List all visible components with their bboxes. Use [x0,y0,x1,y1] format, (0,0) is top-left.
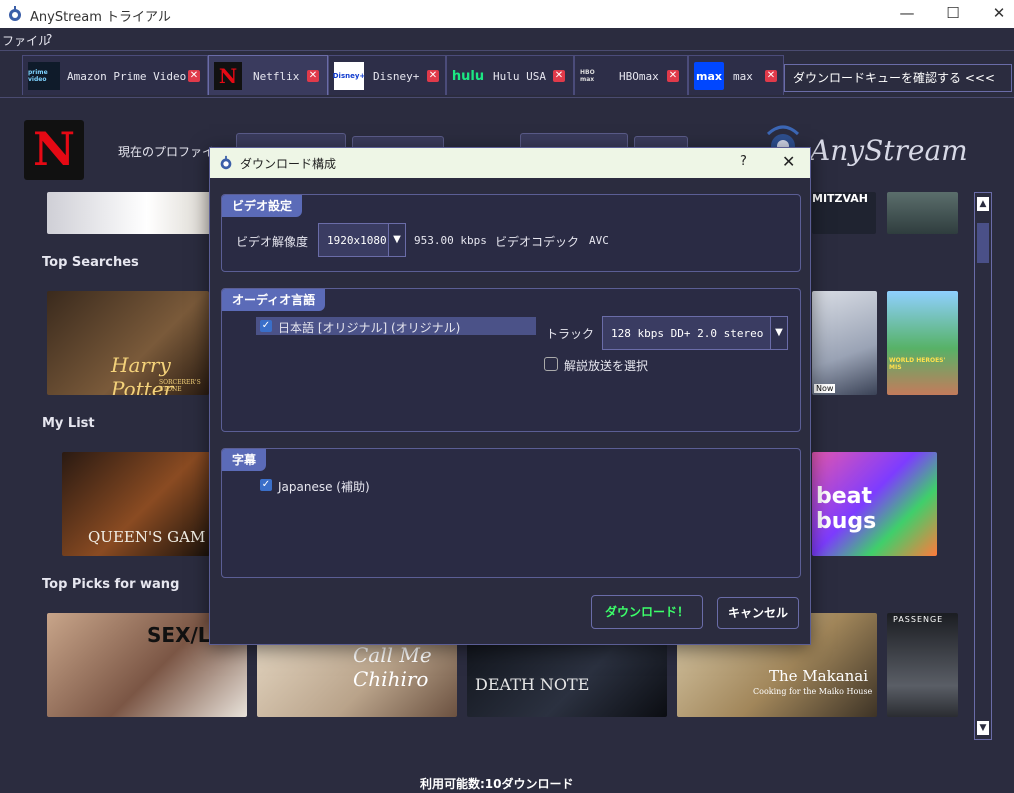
codec-label: ビデオコデック [495,235,580,249]
menu-file[interactable]: ファイル [2,32,50,49]
chevron-down-icon: ▼ [770,317,787,349]
resolution-select[interactable]: 1920x1080 ▼ [318,223,406,257]
hulu-logo-icon: hulu [451,68,485,84]
codec-value: AVC [589,234,609,247]
tab-label: Disney+ [373,70,420,83]
tab-disney-plus[interactable]: Disney+ Disney+ ✕ [328,55,446,95]
netflix-logo: N [24,120,84,180]
tab-close-icon[interactable]: ✕ [765,70,777,82]
tab-close-icon[interactable]: ✕ [188,70,200,82]
thumb-title: The Makanai [769,667,869,685]
tab-amazon-prime-video[interactable]: prime video Amazon Prime Video ✕ [22,55,208,95]
tab-hulu-usa[interactable]: hulu Hulu USA ✕ [446,55,574,95]
thumb-subtitle: SORCERER'S STONE [159,379,201,393]
tab-hbomax[interactable]: HBO max HBOmax ✕ [574,55,688,95]
thumb-title: MITZVAH [812,192,869,205]
thumb-title: QUEEN'S GAM [88,528,206,546]
video-bitrate: 953.00 kbps [414,234,487,247]
resolution-label: ビデオ解像度 [236,235,309,249]
group-title: オーディオ言語 [222,289,326,311]
dialog-title: ダウンロード構成 [240,157,337,171]
thumb-badge: Now [814,384,836,393]
prime-video-logo-icon: prime video [28,62,60,90]
thumb-title: WORLD HEROES' MIS [889,357,946,371]
minimize-button[interactable]: — [884,0,930,28]
thumb-title: Call Me Chihiro [353,643,432,691]
hbo-max-logo-icon: HBO max [580,69,595,83]
thumbnail-beat-bugs[interactable]: beat bugs [812,452,937,556]
thumbnail-building[interactable] [887,192,958,234]
scroll-down-icon[interactable]: ▼ [977,721,989,735]
disney-plus-logo-icon: Disney+ [333,62,365,90]
track-value: 128 kbps DD+ 2.0 stereo [611,327,764,340]
audio-language-label: 日本語 [オリジナル] (オリジナル) [278,321,461,335]
tab-netflix[interactable]: N Netflix ✕ [208,55,328,95]
anystream-app-icon [9,6,21,21]
thumbnail-harry-potter[interactable]: Harry Potter SORCERER'S STONE [47,291,209,395]
close-window-button[interactable]: ✕ [976,0,1014,28]
video-settings-group: ビデオ設定 ビデオ解像度 1920x1080 ▼ 953.00 kbps ビデオ… [221,194,801,272]
scroll-thumb[interactable] [977,223,989,263]
checkbox-checked-icon[interactable]: ✓ [260,320,272,332]
tab-label: HBOmax [619,70,659,83]
row-title-top-picks: Top Picks for wang [42,577,180,592]
netflix-logo-text: N [32,122,76,176]
audio-track-select[interactable]: 128 kbps DD+ 2.0 stereo ▼ [602,316,788,350]
audio-language-item[interactable]: ✓ 日本語 [オリジナル] (オリジナル) [256,317,536,335]
download-button[interactable]: ダウンロード！ [591,595,703,629]
group-title: 字幕 [222,449,267,471]
thumb-title: beat bugs [816,484,877,534]
subtitle-group: 字幕 ✓ Japanese (補助) [221,448,801,578]
tab-close-icon[interactable]: ✕ [307,70,319,82]
thumb-subtitle: Cooking for the Maiko House [753,687,873,696]
chevron-down-icon: ▼ [388,224,405,256]
scroll-up-icon[interactable]: ▲ [977,197,989,211]
tab-label: max [733,70,753,83]
audio-description-checkbox[interactable] [544,357,558,371]
tab-close-icon[interactable]: ✕ [553,70,565,82]
download-config-dialog: ダウンロード構成 ? ✕ ビデオ設定 ビデオ解像度 1920x1080 ▼ 95… [209,147,811,645]
title-bar: AnyStream トライアル — ☐ ✕ [0,0,1014,28]
thumbnail-passenger[interactable]: PASSENGE [887,613,958,717]
tab-label: Amazon Prime Video [67,70,187,83]
row-title-my-list: My List [42,416,95,431]
thumbnail-queens-gambit[interactable]: QUEEN'S GAM [62,452,210,556]
thumbnail-mitzvah[interactable]: MITZVAH [812,192,876,234]
group-title: ビデオ設定 [222,195,303,217]
audio-language-group: オーディオ言語 ✓ 日本語 [オリジナル] (オリジナル) トラック 128 k… [221,288,801,432]
cancel-button[interactable]: キャンセル [717,597,799,629]
dialog-close-button[interactable]: ✕ [782,152,795,171]
row-title-top-searches: Top Searches [42,255,139,270]
audio-description-label: 解説放送を選択 [564,359,649,373]
anystream-brand: AnyStream [810,134,968,167]
tab-close-icon[interactable]: ✕ [427,70,439,82]
thumb-title: PASSENGE [893,615,944,624]
anystream-app-icon [220,155,232,170]
tab-label: Hulu USA [493,70,546,83]
status-bar: 利用可能数:10ダウンロード [0,773,1014,793]
dialog-help-button[interactable]: ? [740,154,747,169]
tab-label: Netflix [253,70,300,83]
subtitle-item-label: Japanese (補助) [278,480,370,494]
thumbnail-my-hero-academia[interactable]: WORLD HEROES' MIS [887,291,958,395]
download-queue-button[interactable]: ダウンロードキューを確認する <<< [784,64,1012,92]
profile-label: 現在のプロファイ [118,145,215,159]
track-label: トラック [546,327,595,341]
netflix-tab-logo-icon: N [214,62,242,90]
tab-max[interactable]: max max ✕ [688,55,784,95]
resolution-value: 1920x1080 [327,234,387,247]
checkbox-checked-icon[interactable]: ✓ [260,479,272,491]
window-title: AnyStream トライアル [30,10,171,25]
thumb-title: DEATH NOTE [475,675,590,694]
vertical-scrollbar[interactable]: ▲ ▼ [974,192,992,740]
max-logo-icon: max [694,62,724,90]
menu-help[interactable]: ? [46,32,52,46]
dialog-title-bar: ダウンロード構成 ? ✕ [210,148,810,178]
available-downloads-status: 利用可能数:10ダウンロード [420,777,574,791]
thumbnail-anime[interactable]: Now [812,291,877,395]
maximize-button[interactable]: ☐ [930,0,976,28]
menu-bar: ファイル ? [0,28,1014,51]
tab-close-icon[interactable]: ✕ [667,70,679,82]
